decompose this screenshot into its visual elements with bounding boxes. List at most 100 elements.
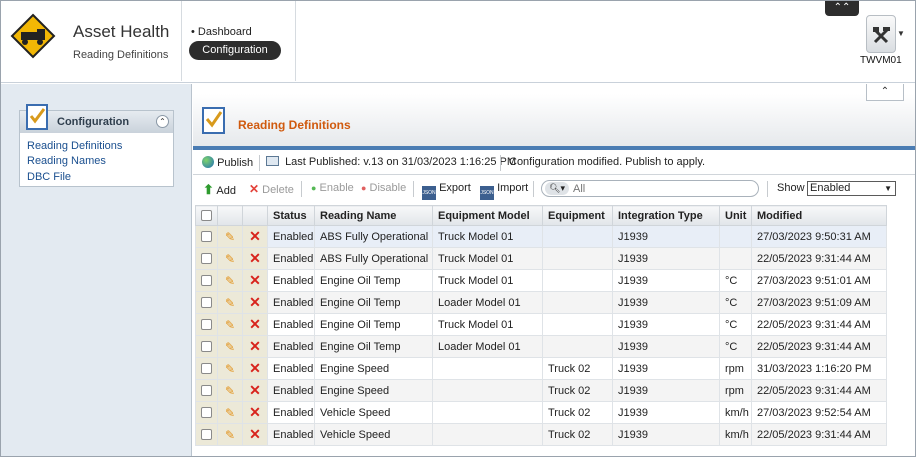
cell-reading-name: Engine Oil Temp: [314, 335, 433, 358]
add-button[interactable]: ⬆ Add: [203, 182, 236, 198]
sidebar-link-reading-names[interactable]: Reading Names: [27, 155, 106, 167]
publish-button[interactable]: Publish: [202, 156, 253, 169]
pencil-icon[interactable]: ✎: [225, 318, 235, 332]
cell-status: Enabled: [267, 357, 315, 380]
delete-x-icon[interactable]: ✕: [249, 250, 261, 266]
header-divider: [181, 1, 182, 81]
show-filter-select[interactable]: Enabled ▼: [807, 181, 896, 196]
search-icon[interactable]: 🔍︎▾: [545, 182, 569, 195]
sidebar-link-dbc-file[interactable]: DBC File: [27, 171, 71, 183]
row-checkbox[interactable]: [201, 275, 212, 287]
nav-configuration[interactable]: Configuration: [189, 41, 281, 60]
cell-reading-name: Engine Speed: [314, 379, 433, 402]
delete-x-icon[interactable]: ✕: [249, 338, 261, 354]
column-header-equipment-model[interactable]: Equipment Model: [432, 205, 543, 226]
delete-x-icon[interactable]: ✕: [249, 228, 261, 244]
pencil-icon[interactable]: ✎: [225, 230, 235, 244]
delete-button[interactable]: ✕ Delete: [249, 182, 294, 196]
delete-x-icon[interactable]: ✕: [249, 272, 261, 288]
row-checkbox[interactable]: [201, 319, 212, 331]
column-header-status[interactable]: Status: [267, 205, 315, 226]
table-row[interactable]: ✎ ✕ Enabled Engine Oil Temp Loader Model 01 J…: [195, 291, 887, 314]
cell-unit: °C: [719, 313, 752, 336]
cell-modified: 22/05/2023 9:31:44 AM: [751, 423, 887, 446]
publish-label: Publish: [217, 157, 254, 169]
row-checkbox[interactable]: [201, 407, 212, 419]
delete-label: Delete: [262, 184, 294, 196]
cell-equipment: Truck 02: [542, 423, 613, 446]
collapse-icon[interactable]: ⌃: [156, 115, 169, 128]
column-header-modified[interactable]: Modified: [751, 205, 887, 226]
user-menu-button[interactable]: [866, 15, 896, 53]
toolbar-separator: [500, 155, 501, 171]
json-file-icon: JSON: [422, 186, 436, 200]
delete-x-icon[interactable]: ✕: [249, 426, 261, 442]
main-panel: Reading Definitions ⌃ Publish Last Publi…: [193, 84, 915, 456]
arrow-up-green-icon: ⬆: [203, 182, 214, 197]
cell-integration-type: J1939: [612, 401, 720, 424]
column-header-integration-type[interactable]: Integration Type: [612, 205, 720, 226]
delete-x-icon[interactable]: ✕: [249, 382, 261, 398]
cell-equipment-model: [432, 423, 543, 446]
row-delete-cell: ✕: [242, 423, 268, 446]
column-header-unit[interactable]: Unit: [719, 205, 752, 226]
column-header-reading-name[interactable]: Reading Name: [314, 205, 433, 226]
pencil-icon[interactable]: ✎: [225, 274, 235, 288]
cell-integration-type: J1939: [612, 291, 720, 314]
row-checkbox[interactable]: [201, 429, 212, 441]
sidebar-link-reading-definitions[interactable]: Reading Definitions: [27, 140, 122, 152]
cell-modified: 22/05/2023 9:31:44 AM: [751, 313, 887, 336]
panel-collapse-button[interactable]: ⌃: [866, 84, 904, 101]
delete-x-icon[interactable]: ✕: [249, 294, 261, 310]
row-checkbox[interactable]: [201, 297, 212, 309]
table-row[interactable]: ✎ ✕ Enabled Engine Oil Temp Truck Model 01 J1…: [195, 313, 887, 336]
pencil-icon[interactable]: ✎: [225, 428, 235, 442]
table-row[interactable]: ✎ ✕ Enabled Engine Oil Temp Truck Model 01 J1…: [195, 269, 887, 292]
cell-modified: 22/05/2023 9:31:44 AM: [751, 379, 887, 402]
delete-x-icon[interactable]: ✕: [249, 404, 261, 420]
column-header-equipment[interactable]: Equipment: [542, 205, 613, 226]
nav-dashboard[interactable]: • Dashboard: [191, 26, 252, 38]
table-row[interactable]: ✎ ✕ Enabled ABS Fully Operational Truck Mode…: [195, 247, 887, 270]
column-header-edit: [217, 205, 243, 226]
pencil-icon[interactable]: ✎: [225, 362, 235, 376]
cell-equipment: [542, 335, 613, 358]
add-label: Add: [216, 185, 236, 197]
table-row[interactable]: ✎ ✕ Enabled Engine Oil Temp Loader Model 01 J…: [195, 335, 887, 358]
row-checkbox[interactable]: [201, 341, 212, 353]
table-row[interactable]: ✎ ✕ Enabled Vehicle Speed Truck 02 J1939 km/h 2…: [195, 423, 887, 446]
pencil-icon[interactable]: ✎: [225, 252, 235, 266]
disable-label: Disable: [369, 182, 407, 194]
export-button[interactable]: JSON Export: [422, 182, 471, 200]
table-row[interactable]: ✎ ✕ Enabled Engine Speed Truck 02 J1939 rpm 22/…: [195, 379, 887, 402]
select-all-checkbox[interactable]: [201, 210, 212, 222]
header-collapse-button[interactable]: ⌃⌃: [825, 1, 859, 16]
pencil-icon[interactable]: ✎: [225, 296, 235, 310]
row-delete-cell: ✕: [242, 401, 268, 424]
export-label: Export: [439, 182, 471, 194]
enable-button[interactable]: ● Enable: [311, 182, 354, 194]
import-button[interactable]: JSON Import: [480, 182, 528, 200]
search-input[interactable]: [573, 182, 753, 195]
publish-bar: Publish Last Published: v.13 on 31/03/20…: [193, 150, 915, 175]
disable-button[interactable]: ● Disable: [361, 182, 406, 194]
table-row[interactable]: ✎ ✕ Enabled ABS Fully Operational Truck Mode…: [195, 225, 887, 248]
row-edit-cell: ✎: [217, 423, 243, 446]
table-row[interactable]: ✎ ✕ Enabled Vehicle Speed Truck 02 J1939 km/h 2…: [195, 401, 887, 424]
table-row[interactable]: ✎ ✕ Enabled Engine Speed Truck 02 J1939 rpm 31/…: [195, 357, 887, 380]
cell-modified: 27/03/2023 9:52:54 AM: [751, 401, 887, 424]
row-checkbox[interactable]: [201, 231, 212, 243]
row-checkbox[interactable]: [201, 385, 212, 397]
row-delete-cell: ✕: [242, 335, 268, 358]
row-checkbox[interactable]: [201, 363, 212, 375]
configuration-panel-title: Configuration: [57, 116, 130, 128]
pencil-icon[interactable]: ✎: [225, 384, 235, 398]
caret-down-icon[interactable]: ▼: [897, 29, 905, 38]
cell-reading-name: Engine Speed: [314, 357, 433, 380]
pencil-icon[interactable]: ✎: [225, 340, 235, 354]
row-checkbox[interactable]: [201, 253, 212, 265]
cell-integration-type: J1939: [612, 335, 720, 358]
pencil-icon[interactable]: ✎: [225, 406, 235, 420]
delete-x-icon[interactable]: ✕: [249, 360, 261, 376]
delete-x-icon[interactable]: ✕: [249, 316, 261, 332]
